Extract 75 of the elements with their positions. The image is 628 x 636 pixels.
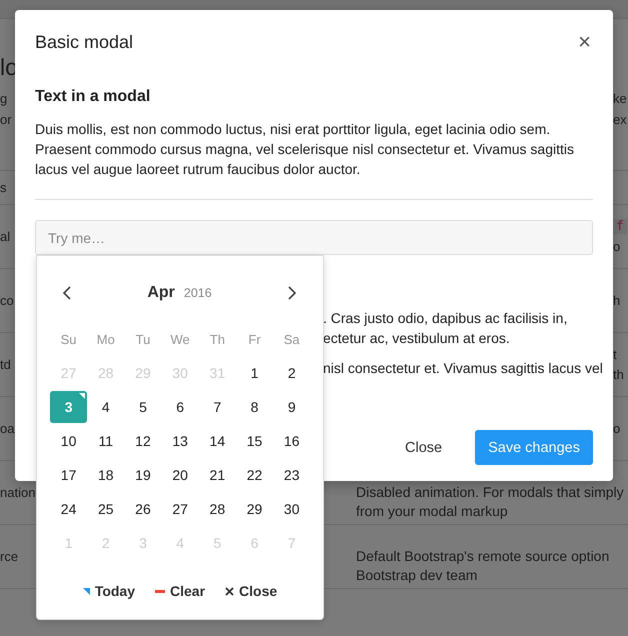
chevron-left-icon[interactable] bbox=[62, 286, 72, 300]
today-button[interactable]: Today bbox=[82, 579, 136, 603]
page-text: g bbox=[0, 90, 8, 108]
code-snippet: f bbox=[613, 219, 627, 234]
year-label: 2016 bbox=[184, 286, 212, 300]
modal-heading: Text in a modal bbox=[35, 87, 152, 107]
table-cell: co bbox=[0, 293, 14, 308]
close-icon bbox=[225, 586, 234, 596]
table-cell: al bbox=[0, 229, 10, 244]
weekday-label: We bbox=[170, 330, 191, 348]
calendar-day[interactable]: 14 bbox=[198, 424, 236, 458]
clear-button[interactable]: Clear bbox=[155, 579, 206, 603]
calendar-day[interactable]: 11 bbox=[87, 424, 124, 458]
calendar-day[interactable]: 8 bbox=[236, 390, 274, 424]
minus-icon bbox=[155, 590, 166, 592]
paragraph-text: ectetur ac, vestibulum at eros. bbox=[323, 329, 511, 348]
table-cell: s bbox=[0, 180, 6, 195]
weekday-label: Fr bbox=[247, 330, 262, 348]
calendar-day[interactable]: 13 bbox=[162, 424, 199, 458]
calendar-day[interactable]: 9 bbox=[273, 390, 310, 424]
table-cell-text: Disabled animation. For modals that simply bbox=[356, 483, 625, 502]
calendar-day[interactable]: 17 bbox=[50, 458, 88, 492]
month-label: Apr bbox=[147, 284, 175, 302]
calendar-day[interactable]: 4 bbox=[87, 390, 124, 424]
table-cell-text: Bootstrap dev team bbox=[356, 566, 478, 585]
chevron-right-icon[interactable] bbox=[287, 286, 297, 300]
page-text: ke bbox=[613, 90, 627, 108]
calendar-day[interactable]: 19 bbox=[124, 458, 162, 492]
calendar-day[interactable]: 15 bbox=[236, 424, 274, 458]
calendar-day[interactable]: 12 bbox=[124, 424, 162, 458]
table-cell-text: o bbox=[613, 238, 620, 256]
weekday-label: Mo bbox=[96, 330, 116, 348]
date-input-field[interactable]: Try me… bbox=[35, 220, 593, 255]
weekday-label: Sa bbox=[282, 330, 301, 348]
calendar-day[interactable]: 24 bbox=[50, 492, 88, 526]
calendar-day[interactable]: 22 bbox=[236, 458, 274, 492]
calendar-day[interactable]: 27 bbox=[162, 492, 199, 526]
table-cell-text: th bbox=[613, 366, 624, 384]
page-text: or bbox=[0, 111, 12, 129]
page-text: ex bbox=[613, 111, 627, 129]
calendar-day[interactable]: 5 bbox=[124, 390, 162, 424]
calendar-day[interactable]: 20 bbox=[162, 458, 199, 492]
calendar-day[interactable]: 26 bbox=[124, 492, 162, 526]
paragraph-text: . Cras justo odio, dapibus ac facilisis in, bbox=[323, 309, 568, 328]
close-button[interactable]: × bbox=[576, 30, 593, 54]
calendar-day[interactable]: 18 bbox=[87, 458, 124, 492]
table-cell: rce bbox=[0, 549, 18, 564]
triangle-icon bbox=[82, 588, 90, 594]
calendar-day[interactable]: 10 bbox=[50, 424, 88, 458]
paragraph-text: nisl consectetur et. Vivamus sagittis lacus vel bbox=[323, 359, 604, 378]
calendar-day[interactable]: 23 bbox=[273, 458, 310, 492]
calendar-day[interactable]: 16 bbox=[273, 424, 310, 458]
table-cell: td bbox=[0, 357, 11, 372]
table-cell-text: Default Bootstrap's remote source option bbox=[356, 547, 610, 566]
calendar-day[interactable]: 6 bbox=[162, 390, 199, 424]
table-cell: oa bbox=[0, 421, 14, 436]
table-cell-text: from your modal markup bbox=[356, 502, 509, 521]
calendar-day[interactable]: 25 bbox=[87, 492, 124, 526]
table-cell-text: o bbox=[613, 420, 620, 438]
calendar-day[interactable]: 1 bbox=[236, 356, 274, 390]
table-cell-text: t bbox=[613, 346, 617, 364]
calendar-day[interactable]: 21 bbox=[198, 458, 236, 492]
weekday-label: Tu bbox=[134, 330, 152, 348]
close-button[interactable]: Close bbox=[225, 579, 278, 603]
weekday-label: Su bbox=[60, 330, 78, 348]
modal-title: Basic modal bbox=[35, 31, 134, 54]
calendar-day[interactable]: 30 bbox=[273, 492, 310, 526]
table-cell: nation bbox=[0, 485, 36, 500]
calendar-day[interactable]: 7 bbox=[198, 390, 236, 424]
weekday-label: Th bbox=[208, 330, 226, 348]
modal-paragraph: Duis mollis, est non commodo luctus, nisi erat porttitor ligula, eget lacinia odio sem. Praesent commodo cursus magna, vel scelerisque nisl consectetur et. Vivamus sagittis lacus vel augue laoreet rutrum faucibus dolor auctor. bbox=[35, 120, 575, 179]
calendar-day[interactable]: 2 bbox=[273, 356, 310, 390]
calendar-day[interactable]: 28 bbox=[198, 492, 236, 526]
calendar-day[interactable]: 29 bbox=[236, 492, 274, 526]
table-cell-text: h bbox=[613, 292, 620, 310]
